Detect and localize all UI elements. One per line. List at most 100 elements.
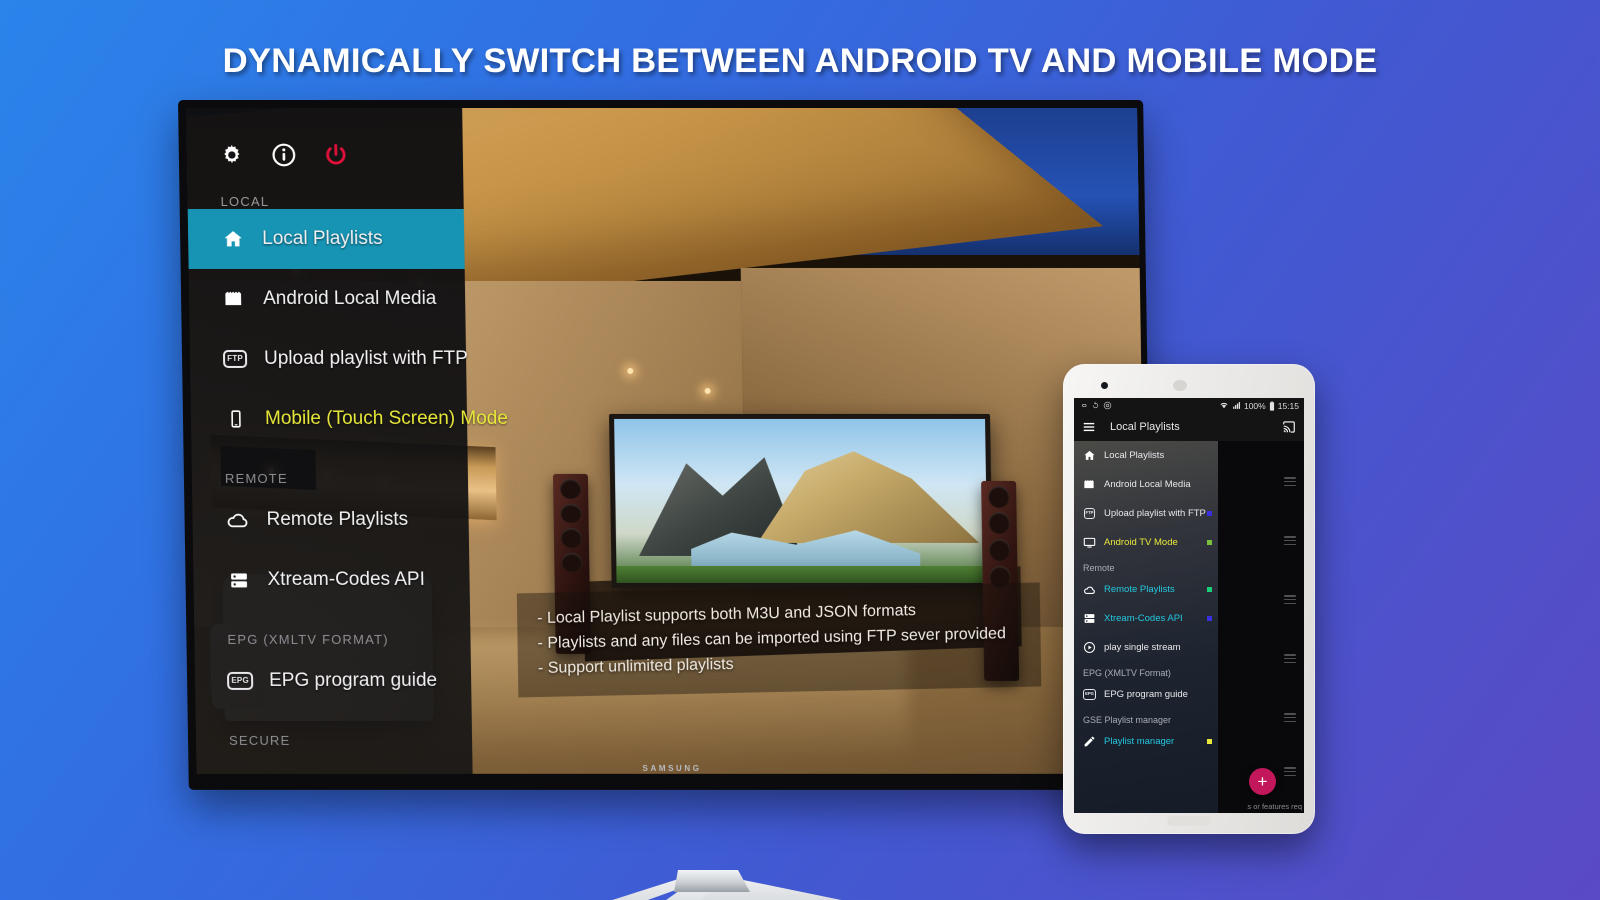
- wifi-icon: [1220, 402, 1228, 409]
- phone-menu-item-play-single-stream[interactable]: play single stream: [1074, 633, 1218, 662]
- status-dot: [1207, 540, 1212, 545]
- tv-section-header-local: LOCAL: [220, 193, 270, 209]
- status-bar: 100% 15:15: [1074, 398, 1304, 413]
- tv-bezel: - Local Playlist supports both M3U and J…: [178, 100, 1154, 790]
- tv-menu-item-remote-playlists[interactable]: Remote Playlists: [192, 490, 469, 550]
- feature-description: - Local Playlist supports both M3U and J…: [517, 581, 1042, 698]
- phone-menu-label: Local Playlists: [1104, 450, 1165, 461]
- status-dot: [1207, 739, 1212, 744]
- tv-section-header-epg: EPG (XMLTV FORMAT): [227, 631, 389, 647]
- app-bar-title: Local Playlists: [1110, 421, 1180, 433]
- phone-section-header-epg: EPG (XMLTV Format): [1083, 668, 1171, 678]
- drag-handle[interactable]: [1284, 654, 1296, 663]
- ftp-icon: FTP: [1083, 507, 1096, 520]
- info-icon[interactable]: [271, 142, 297, 168]
- add-playlist-fab[interactable]: +: [1249, 768, 1276, 795]
- phone-menu-item-local-playlists[interactable]: Local Playlists: [1074, 441, 1218, 470]
- smartphone: 100% 15:15 Local Playlists + s or featur…: [1063, 364, 1315, 834]
- tv-menu-item-mobile-touch-screen-mode[interactable]: Mobile (Touch Screen) Mode: [191, 389, 508, 449]
- cloud-icon: [1083, 583, 1096, 596]
- status-dot: [1207, 511, 1212, 516]
- tv-navigation-drawer: LOCAL Local Playlists Android Local Medi…: [186, 107, 508, 774]
- drag-handle[interactable]: [1284, 536, 1296, 545]
- phone-screen: 100% 15:15 Local Playlists + s or featur…: [1074, 398, 1304, 813]
- phone-menu-item-playlist-manager[interactable]: Playlist manager: [1074, 727, 1218, 756]
- tv-menu-label: Upload playlist with FTP: [263, 347, 469, 369]
- phone-menu-label: play single stream: [1104, 642, 1181, 653]
- tv-menu-label: Remote Playlists: [266, 508, 409, 530]
- phone-icon: [224, 407, 248, 431]
- phone-menu-label: Remote Playlists: [1104, 584, 1175, 595]
- epg-icon: EPG: [227, 669, 254, 693]
- tv-icon: [1083, 536, 1096, 549]
- tv-screen: - Local Playlist supports both M3U and J…: [186, 107, 1148, 774]
- phone-menu-item-epg-program-guide[interactable]: EPG EPG program guide: [1074, 680, 1218, 709]
- samsung-logo: SAMSUNG: [642, 763, 702, 773]
- phone-navigation-drawer: Local Playlists Android Local Media FTP …: [1074, 441, 1218, 813]
- phone-menu-item-android-local-media[interactable]: Android Local Media: [1074, 470, 1218, 499]
- status-dot: [1207, 587, 1212, 592]
- phone-menu-label: Android Local Media: [1104, 479, 1191, 490]
- phone-section-header-remote: Remote: [1083, 563, 1115, 573]
- drag-handle[interactable]: [1284, 713, 1296, 722]
- phone-section-header-gse: GSE Playlist manager: [1083, 715, 1172, 725]
- tv-menu-label: Xtream-Codes API: [267, 568, 426, 590]
- tv-section-header-secure: SECURE: [228, 732, 291, 748]
- phone-menu-label: Xtream-Codes API: [1104, 613, 1183, 624]
- earpiece-speaker: [1173, 380, 1187, 391]
- tv-menu-label: Android Local Media: [262, 287, 437, 309]
- tv-stand: [612, 870, 842, 900]
- battery-icon: [1269, 400, 1274, 411]
- at-icon: [1103, 401, 1112, 410]
- tv-menu-item-epg-program-guide[interactable]: EPG EPG program guide: [195, 651, 472, 711]
- phone-menu-label: EPG program guide: [1104, 689, 1188, 700]
- power-icon[interactable]: [323, 142, 349, 168]
- gear-icon[interactable]: [219, 142, 245, 168]
- phone-menu-item-upload-playlist-ftp[interactable]: FTP Upload playlist with FTP: [1074, 499, 1218, 528]
- link-icon: [1082, 404, 1087, 407]
- film-icon: [1083, 478, 1096, 491]
- sync-icon: [1092, 401, 1099, 409]
- phone-content: + s or features req Local Playlists Andr…: [1074, 441, 1304, 813]
- battery-percent-label: 100%: [1243, 400, 1266, 411]
- film-icon: [222, 287, 246, 311]
- phone-menu-item-xtream-codes-api[interactable]: Xtream-Codes API: [1074, 604, 1218, 633]
- tv-menu-label: Local Playlists: [262, 227, 383, 249]
- drag-handle[interactable]: [1284, 595, 1296, 604]
- television: - Local Playlist supports both M3U and J…: [178, 100, 1154, 900]
- front-camera-icon: [1101, 382, 1108, 389]
- drag-handle[interactable]: [1284, 477, 1296, 486]
- background-text: s or features req: [1247, 802, 1302, 811]
- tv-toolbar: [186, 108, 463, 168]
- tv-menu-item-local-playlists[interactable]: Local Playlists: [187, 208, 465, 269]
- inner-tv-image: [609, 414, 993, 588]
- server-icon: [226, 568, 250, 592]
- phone-menu-label: Android TV Mode: [1104, 537, 1178, 548]
- home-button[interactable]: [1167, 816, 1211, 826]
- phone-menu-item-android-tv-mode[interactable]: Android TV Mode: [1074, 528, 1218, 557]
- tv-menu-label: EPG program guide: [268, 669, 438, 691]
- page-title: DYNAMICALLY SWITCH BETWEEN ANDROID TV AN…: [222, 42, 1378, 80]
- clock-label: 15:15: [1277, 400, 1299, 411]
- server-icon: [1083, 612, 1096, 625]
- phone-menu-item-remote-playlists[interactable]: Remote Playlists: [1074, 575, 1218, 604]
- pencil-icon: [1083, 735, 1096, 748]
- play-circle-icon: [1083, 641, 1096, 654]
- tv-section-header-remote: REMOTE: [224, 470, 288, 486]
- home-icon: [221, 227, 245, 251]
- app-bar: Local Playlists: [1074, 413, 1304, 441]
- signal-icon: [1233, 402, 1240, 409]
- cloud-icon: [225, 508, 249, 532]
- hamburger-icon[interactable]: [1082, 420, 1096, 434]
- drag-handle[interactable]: [1284, 767, 1296, 776]
- tv-menu-item-android-local-media[interactable]: Android Local Media: [189, 269, 466, 329]
- tv-menu-item-xtream-codes-api[interactable]: Xtream-Codes API: [193, 550, 470, 610]
- tv-menu-item-upload-playlist-ftp[interactable]: FTP Upload playlist with FTP: [190, 329, 469, 389]
- status-dot: [1207, 616, 1212, 621]
- phone-menu-label: Upload playlist with FTP: [1104, 508, 1206, 519]
- home-icon: [1083, 449, 1096, 462]
- ftp-icon: FTP: [223, 347, 248, 371]
- phone-menu-label: Playlist manager: [1104, 736, 1175, 747]
- cast-icon[interactable]: [1282, 420, 1296, 434]
- epg-icon: EPG: [1083, 688, 1096, 701]
